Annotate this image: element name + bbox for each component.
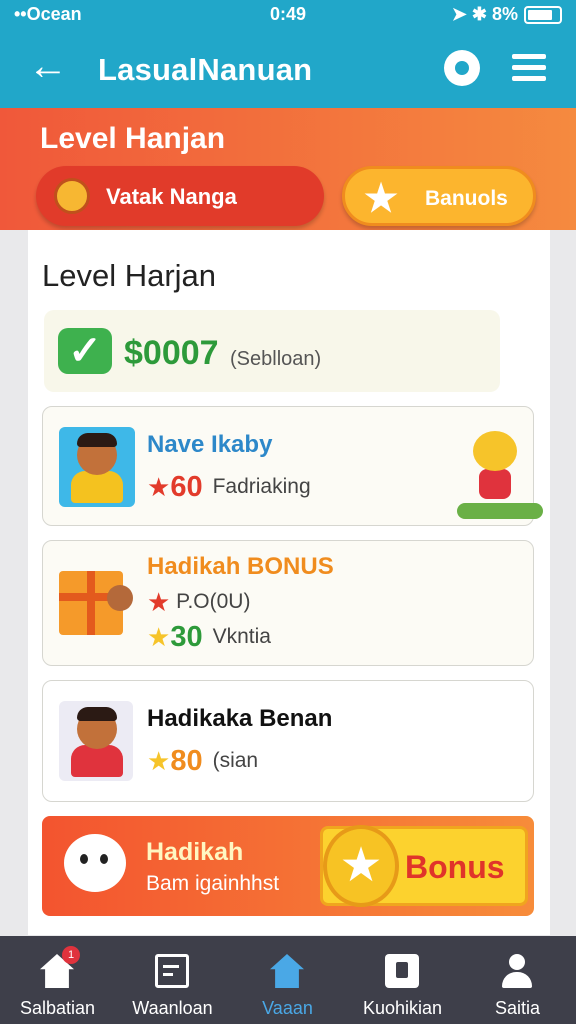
points-value: 80: [170, 745, 203, 777]
balance-amount: $0007: [124, 334, 219, 372]
points-caption: Vkntia: [212, 625, 271, 649]
bluetooth-icon: ✱: [471, 4, 487, 24]
banner-title: Hadikah: [146, 838, 244, 866]
nav-label: Saitia: [494, 998, 541, 1018]
location-arrow-icon: ➤: [451, 4, 467, 24]
nav-item-saitia[interactable]: Saitia: [460, 936, 575, 1024]
star-icon: ★: [363, 178, 399, 220]
nav-item-vaaan[interactable]: Vaaan: [230, 936, 345, 1024]
bag-icon: [385, 954, 419, 988]
nav-item-waanloan[interactable]: Waanloan: [115, 936, 230, 1024]
points-row: ★30 Vkntia: [147, 621, 271, 654]
bonus-button-label: Bonus: [405, 849, 505, 885]
status-bar: ••Ocean 0:49 ➤ ✱ 8%: [0, 0, 576, 30]
reward-card[interactable]: Hadikaka Benan ★80 (sian: [42, 680, 534, 802]
user-icon: [500, 954, 534, 988]
nav-item-kuohikian[interactable]: Kuohikian: [345, 936, 460, 1024]
reward-card[interactable]: Nave Ikaby ★60 Fadriaking: [42, 406, 543, 526]
nav-label: Vaaan: [262, 998, 313, 1018]
app-bar: ← LasualNanuan: [0, 30, 576, 108]
star-icon: ★: [147, 746, 171, 776]
home-icon: [270, 954, 304, 988]
basket-icon: [54, 178, 90, 214]
kid-illustration: [107, 585, 133, 611]
nav-label: Waanloan: [132, 998, 213, 1018]
banner-subtitle: Bam igainhhst: [146, 872, 280, 895]
section-title: Level Harjan: [42, 258, 217, 293]
bonus-button[interactable]: ★ Bonus: [320, 825, 528, 907]
star-coin-icon: ★: [323, 825, 399, 907]
card-title: Hadikaka Benan: [147, 705, 333, 732]
hero-header: Level Hanjan Vatak Nanga ★ Banuols: [0, 108, 576, 230]
back-arrow-icon[interactable]: ←: [28, 44, 68, 88]
info-text: P.O(0U): [176, 590, 251, 614]
notification-badge: 1: [62, 946, 80, 964]
star-icon: ★: [147, 622, 171, 652]
info-row: ★ P.O(0U): [147, 587, 250, 618]
balance-note: (Seblloan): [230, 348, 322, 370]
avatar: [59, 701, 133, 781]
points-row: ★60 Fadriaking: [147, 471, 311, 504]
battery-icon: [524, 6, 562, 25]
tab-label: Vatak Nanga: [106, 184, 237, 209]
balance-box: ✓ $0007 (Seblloan): [44, 310, 500, 392]
menu-icon[interactable]: [512, 54, 546, 82]
nav-label: Kuohikian: [362, 998, 443, 1018]
star-icon: ★: [147, 587, 171, 617]
status-right: ➤ ✱ 8%: [452, 4, 562, 25]
bonus-banner[interactable]: Hadikah Bam igainhhst ★ Bonus: [42, 816, 534, 916]
document-icon: [155, 954, 189, 988]
points-value: 60: [170, 471, 203, 503]
points-caption: Fadriaking: [212, 475, 311, 499]
battery-percent: 8%: [491, 4, 518, 24]
nav-item-salbatian[interactable]: 1 Salbatian: [0, 936, 115, 1024]
nav-label: Salbatian: [19, 998, 96, 1018]
tab-banuols[interactable]: ★ Banuols: [342, 166, 536, 226]
hero-title: Level Hanjan: [40, 122, 226, 155]
checkmark-icon: ✓: [58, 328, 112, 374]
avatar: [59, 427, 135, 507]
points-row: ★80 (sian: [147, 745, 258, 778]
star-icon: ★: [147, 472, 171, 502]
card-title: Nave Ikaby: [147, 431, 273, 458]
points-caption: (sian: [212, 749, 259, 773]
bottom-nav: 1 Salbatian Waanloan Vaaan Kuohikian Sai…: [0, 936, 576, 1024]
ghost-mascot-icon: [64, 834, 126, 892]
mascot-illustration: [457, 425, 543, 519]
tab-label: Banuols: [425, 187, 508, 210]
card-title: Hadikah BONUS: [147, 553, 334, 580]
app-title: LasualNanuan: [98, 52, 313, 87]
tab-vatak-nanga[interactable]: Vatak Nanga: [36, 166, 324, 226]
location-pin-icon[interactable]: [444, 50, 480, 86]
points-value: 30: [170, 621, 203, 653]
reward-card[interactable]: Hadikah BONUS ★ P.O(0U) ★30 Vkntia: [42, 540, 534, 666]
